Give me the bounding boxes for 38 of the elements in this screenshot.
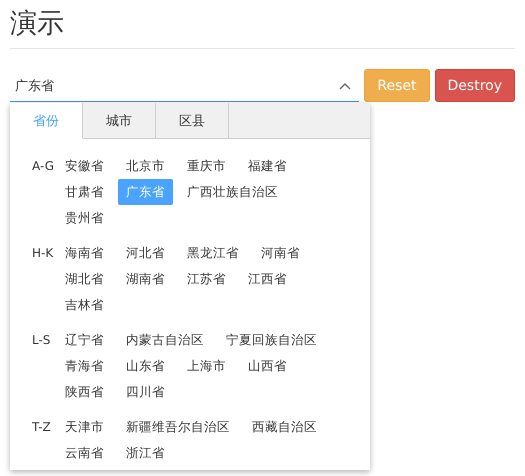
region-option[interactable]: 重庆市 <box>179 153 234 179</box>
group-label: H-K <box>32 245 54 262</box>
region-option[interactable]: 吉林省 <box>57 292 112 318</box>
region-option[interactable]: 山东省 <box>118 353 173 379</box>
region-option[interactable]: 湖北省 <box>57 266 112 292</box>
caret-icon <box>339 82 352 90</box>
region-option[interactable]: 江西省 <box>240 266 295 292</box>
region-option[interactable]: 海南省 <box>57 240 112 266</box>
page-heading: 演示 <box>10 7 65 41</box>
region-option[interactable]: 湖南省 <box>118 266 173 292</box>
region-option[interactable]: 河北省 <box>118 240 173 266</box>
region-option[interactable]: 广西壮族自治区 <box>179 179 286 205</box>
group-label: T-Z <box>32 419 52 436</box>
region-option[interactable]: 甘肃省 <box>57 179 112 205</box>
region-option[interactable]: 江苏省 <box>179 266 234 292</box>
group-label: L-S <box>32 332 52 349</box>
region-option[interactable]: 宁夏回族自治区 <box>218 327 325 353</box>
region-option[interactable]: 新疆维吾尔自治区 <box>118 414 238 440</box>
region-option[interactable]: 贵州省 <box>57 205 112 231</box>
region-option[interactable]: 天津市 <box>57 414 112 440</box>
region-option[interactable]: 黑龙江省 <box>179 240 247 266</box>
region-option[interactable]: 辽宁省 <box>57 327 112 353</box>
region-option[interactable]: 北京市 <box>118 153 173 179</box>
region-option[interactable]: 四川省 <box>118 379 173 405</box>
region-option[interactable]: 山西省 <box>240 353 295 379</box>
group-label: A-G <box>32 158 56 175</box>
region-option[interactable]: 陕西省 <box>57 379 112 405</box>
region-option[interactable]: 内蒙古自治区 <box>118 327 212 353</box>
region-option[interactable]: 青海省 <box>57 353 112 379</box>
destroy-button[interactable]: Destroy <box>434 69 515 102</box>
region-option[interactable]: 云南省 <box>57 440 112 466</box>
region-option[interactable]: 西藏自治区 <box>244 414 325 440</box>
region-option[interactable]: 上海市 <box>179 353 234 379</box>
region-select[interactable]: 广东省 <box>10 71 360 102</box>
region-option[interactable]: 河南省 <box>253 240 308 266</box>
region-option[interactable]: 安徽省 <box>57 153 112 179</box>
region-option[interactable]: 浙江省 <box>118 440 173 466</box>
region-option[interactable]: 福建省 <box>240 153 295 179</box>
